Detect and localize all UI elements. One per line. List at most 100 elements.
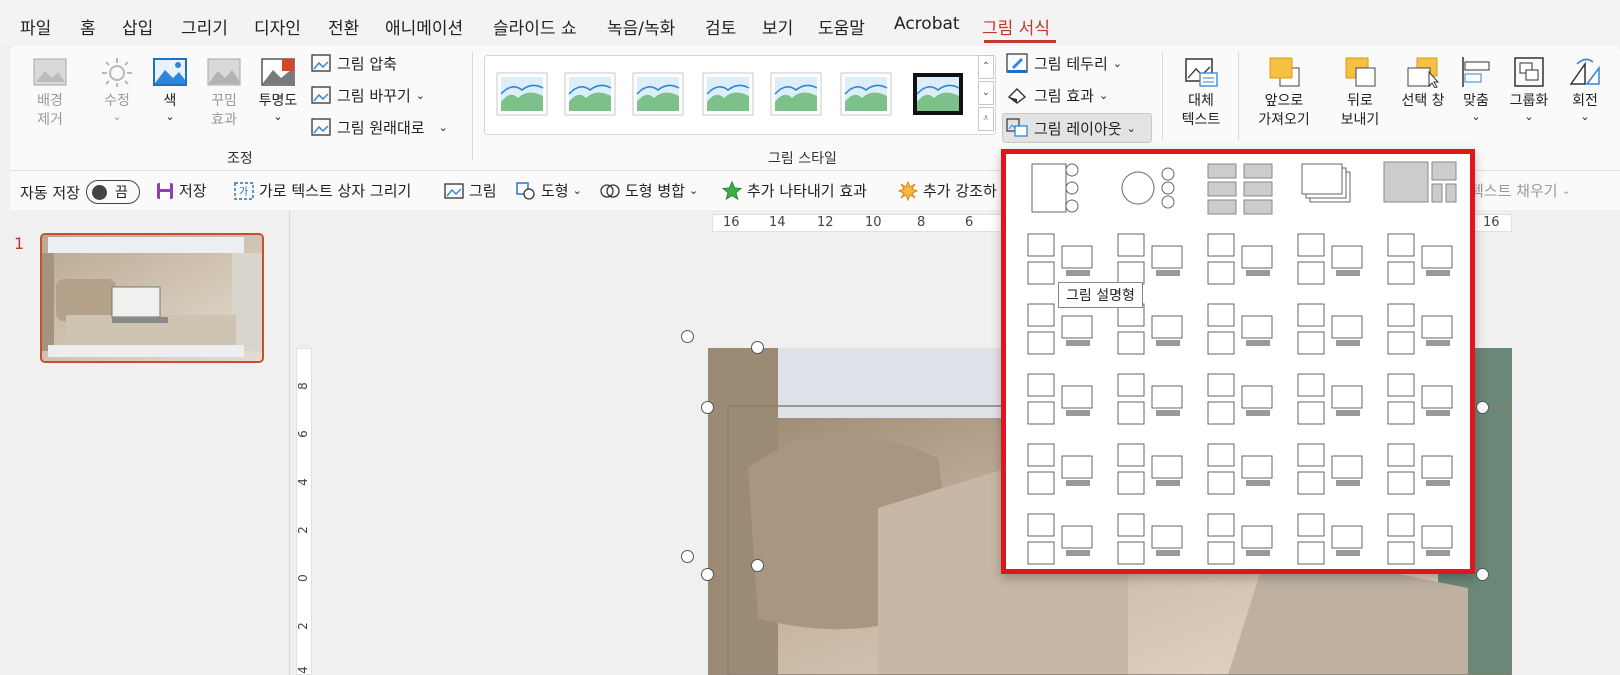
picture-style-option[interactable]	[912, 72, 964, 116]
picture-layout-option[interactable]	[1018, 366, 1104, 432]
picture-layout-option[interactable]	[1378, 436, 1464, 502]
resize-handle[interactable]	[701, 568, 714, 581]
slide-thumbnail[interactable]	[40, 233, 264, 363]
picture-layout-option[interactable]	[1108, 436, 1194, 502]
layout-thumbnail	[1031, 163, 1079, 213]
picture-style-option[interactable]	[702, 72, 754, 116]
picture-layout-option[interactable]	[1198, 436, 1284, 502]
picture-layout-option[interactable]	[1198, 226, 1284, 292]
picture-layout-option[interactable]	[1288, 156, 1374, 222]
menu-home[interactable]: 홈	[80, 14, 96, 39]
picture-style-option[interactable]	[564, 72, 616, 116]
layout-thumbnail	[1301, 163, 1351, 203]
menu-record[interactable]: 녹음/녹화	[607, 14, 675, 39]
reset-picture-button[interactable]: 그림 원래대로 ⌄	[311, 114, 448, 140]
layout-thumbnail	[1297, 443, 1363, 495]
gallery-scroll-up[interactable]: ⌃	[978, 55, 994, 79]
add-entrance-effect-button[interactable]: 추가 나타내기 효과	[722, 180, 867, 201]
picture-layout-option[interactable]	[1378, 506, 1464, 572]
picture-layout-option[interactable]	[1108, 366, 1194, 432]
picture-layout-button[interactable]: 그림 레이아웃 ⌄	[1006, 115, 1136, 141]
picture-layout-option[interactable]	[1108, 506, 1194, 572]
add-emphasis-effect-button[interactable]: 추가 강조하	[898, 180, 997, 201]
picture-layout-option[interactable]	[1198, 296, 1284, 362]
picture-layout-icon	[1006, 118, 1028, 137]
menu-design[interactable]: 디자인	[254, 14, 301, 39]
save-button[interactable]: 저장	[156, 180, 207, 201]
picture-layout-option[interactable]	[1018, 156, 1104, 222]
menu-transitions[interactable]: 전환	[328, 14, 359, 39]
picture-layout-option[interactable]	[1288, 296, 1374, 362]
gallery-more[interactable]: ⩡	[978, 107, 994, 131]
picture-layout-option[interactable]	[1018, 436, 1104, 502]
menu-slideshow[interactable]: 슬라이드 쇼	[493, 14, 577, 39]
picture-layout-option[interactable]	[1108, 156, 1194, 222]
alt-text-button[interactable]: 대체 텍스트	[1176, 56, 1226, 130]
resize-handle[interactable]	[681, 330, 694, 343]
picture-style-option[interactable]	[770, 72, 822, 116]
text-fill-button[interactable]: 텍스트 채우기 ⌄	[1470, 180, 1571, 201]
rotate-button[interactable]: 회전 ⌄	[1562, 56, 1608, 123]
compress-pictures-button[interactable]: 그림 압축	[311, 50, 397, 76]
artistic-effects-button[interactable]: 꾸밈 효과	[202, 56, 246, 130]
autosave-switch[interactable]: 끔	[85, 180, 140, 204]
remove-background-button[interactable]: 배경 제거	[28, 56, 72, 130]
picture-layout-option[interactable]	[1198, 366, 1284, 432]
picture-style-option[interactable]	[840, 72, 892, 116]
resize-handle[interactable]	[701, 401, 714, 414]
picture-layout-option[interactable]	[1288, 226, 1374, 292]
transparency-button[interactable]: 투명도 ⌄	[254, 56, 302, 123]
merge-shapes-button[interactable]: 도형 병합 ⌄	[600, 180, 698, 201]
picture-border-button[interactable]: 그림 테두리 ⌄	[1006, 50, 1122, 76]
picture-layout-option[interactable]	[1198, 156, 1284, 222]
menu-draw[interactable]: 그리기	[181, 14, 228, 39]
menu-acrobat[interactable]: Acrobat	[894, 14, 960, 34]
autosave-toggle[interactable]: 자동 저장 끔	[20, 180, 140, 204]
change-picture-button[interactable]: 그림 바꾸기 ⌄	[311, 82, 425, 108]
gallery-scroll-down[interactable]: ⌄	[978, 81, 994, 105]
bring-forward-button[interactable]: 앞으로 가져오기	[1246, 56, 1322, 130]
bring-forward-icon	[1269, 57, 1300, 87]
picture-layout-option[interactable]	[1378, 296, 1464, 362]
menu-picture-format[interactable]: 그림 서식	[982, 14, 1050, 39]
picture-layout-option[interactable]	[1288, 506, 1374, 572]
group-button[interactable]: 그룹화 ⌄	[1504, 56, 1554, 123]
color-button[interactable]: 색 ⌄	[150, 56, 190, 123]
insert-picture-label: 그림	[469, 182, 497, 200]
picture-layout-option[interactable]	[1288, 436, 1374, 502]
picture-style-option[interactable]	[496, 72, 548, 116]
menu-review[interactable]: 검토	[705, 14, 736, 39]
menu-file[interactable]: 파일	[20, 14, 51, 39]
remove-background-label: 배경 제거	[37, 93, 63, 128]
layout-thumbnail	[1297, 513, 1363, 565]
menu-insert[interactable]: 삽입	[122, 14, 153, 39]
menu-help[interactable]: 도움말	[818, 14, 865, 39]
align-button[interactable]: 맞춤 ⌄	[1456, 56, 1496, 123]
menu-animations[interactable]: 애니메이션	[385, 14, 463, 39]
picture-layout-option[interactable]	[1378, 366, 1464, 432]
resize-handle[interactable]	[1476, 568, 1489, 581]
layout-thumbnail	[1027, 443, 1093, 495]
picture-style-option[interactable]	[632, 72, 684, 116]
resize-handle[interactable]	[1476, 401, 1489, 414]
draw-textbox-button[interactable]: 가 가로 텍스트 상자 그리기	[234, 180, 411, 201]
selection-pane-label: 선택 창	[1401, 93, 1445, 109]
resize-handle[interactable]	[751, 559, 764, 572]
send-backward-button[interactable]: 뒤로 보내기	[1328, 56, 1392, 130]
picture-layout-option[interactable]	[1018, 506, 1104, 572]
layout-thumbnail	[1027, 373, 1093, 425]
resize-handle[interactable]	[681, 550, 694, 563]
selection-pane-button[interactable]: 선택 창	[1396, 56, 1450, 111]
picture-layout-option[interactable]	[1378, 156, 1464, 222]
picture-layout-option[interactable]	[1288, 366, 1374, 432]
resize-handle[interactable]	[751, 341, 764, 354]
picture-layout-option[interactable]	[1198, 506, 1284, 572]
textbox-icon: 가	[234, 181, 254, 200]
picture-effects-button[interactable]: 그림 효과 ⌄	[1006, 82, 1108, 108]
menu-view[interactable]: 보기	[762, 14, 793, 39]
autosave-label: 자동 저장	[20, 183, 80, 202]
shapes-button[interactable]: 도형 ⌄	[516, 180, 582, 201]
picture-layout-option[interactable]	[1378, 226, 1464, 292]
insert-picture-button[interactable]: 그림	[444, 180, 497, 201]
corrections-button[interactable]: 수정 ⌄	[96, 56, 138, 123]
